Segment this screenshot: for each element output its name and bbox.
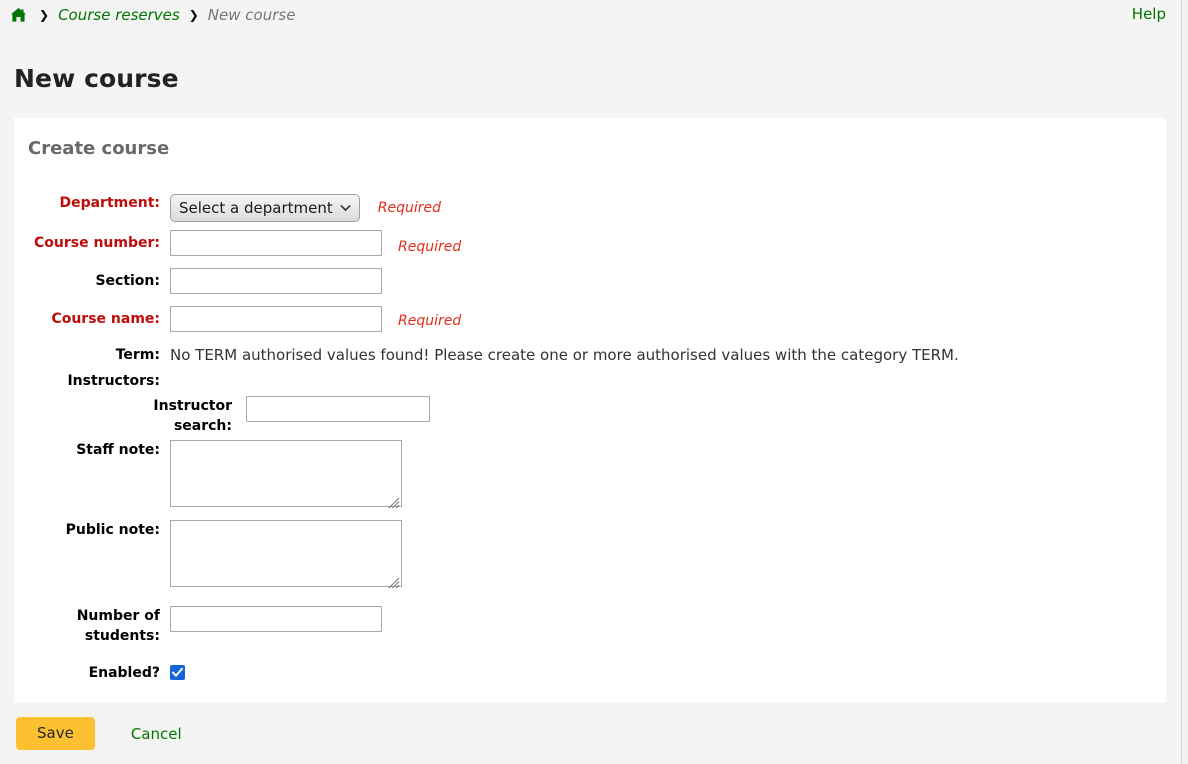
page-scrollbar[interactable] — [1181, 0, 1188, 764]
required-note-course-name: Required — [398, 308, 461, 334]
field-row-number-of-students: Number of students: — [14, 606, 382, 646]
label-enabled: Enabled? — [14, 663, 170, 683]
chevron-down-icon — [340, 205, 351, 212]
field-row-course-name: Course name: Required — [14, 306, 461, 334]
breadcrumb: ❯ Course reserves ❯ New course — [0, 0, 1182, 30]
page-canvas: ❯ Course reserves ❯ New course Help New … — [0, 0, 1182, 764]
department-select-value: Select a department — [179, 199, 333, 217]
label-department: Department: — [14, 194, 170, 213]
number-of-students-input[interactable] — [170, 606, 382, 632]
save-button[interactable]: Save — [16, 717, 95, 750]
required-note-department: Required — [378, 194, 441, 222]
label-term: Term: — [14, 346, 170, 365]
page-title: New course — [14, 64, 179, 93]
breadcrumb-current-new-course: New course — [208, 6, 296, 24]
public-note-wrapper — [170, 520, 402, 591]
field-row-course-number: Course number: Required — [14, 230, 461, 260]
help-link[interactable]: Help — [1132, 5, 1166, 23]
label-section: Section: — [14, 268, 170, 294]
field-row-instructors: Instructors: — [14, 372, 170, 391]
staff-note-textarea[interactable] — [170, 440, 402, 507]
section-input[interactable] — [170, 268, 382, 294]
instructor-search-input[interactable] — [246, 396, 430, 422]
breadcrumb-separator-2: ❯ — [189, 9, 199, 21]
course-name-input[interactable] — [170, 306, 382, 332]
course-number-input[interactable] — [170, 230, 382, 256]
department-select[interactable]: Select a department — [170, 194, 360, 222]
label-instructor-search: Instructor search: — [106, 396, 246, 436]
field-row-section: Section: — [14, 268, 382, 294]
field-row-department: Department: Select a department Required — [14, 194, 441, 222]
label-course-number: Course number: — [14, 230, 170, 256]
breadcrumb-separator-1: ❯ — [39, 9, 49, 21]
field-row-public-note: Public note: — [14, 520, 402, 591]
field-row-staff-note: Staff note: — [14, 440, 402, 511]
label-number-of-students: Number of students: — [14, 606, 170, 646]
field-row-instructor-search: Instructor search: — [106, 396, 430, 436]
label-public-note: Public note: — [14, 520, 170, 540]
label-staff-note: Staff note: — [14, 440, 170, 460]
home-icon[interactable] — [10, 7, 27, 23]
enabled-checkbox[interactable] — [170, 665, 185, 680]
cancel-link[interactable]: Cancel — [131, 725, 182, 743]
form-actions: Save Cancel — [16, 717, 182, 750]
label-instructors: Instructors: — [14, 372, 170, 391]
check-icon — [172, 667, 183, 678]
required-note-course-number: Required — [398, 234, 461, 260]
form-legend: Create course — [28, 138, 169, 159]
public-note-textarea[interactable] — [170, 520, 402, 587]
create-course-card: Create course Department: Select a depar… — [14, 118, 1166, 703]
label-course-name: Course name: — [14, 306, 170, 332]
field-row-term: Term: No TERM authorised values found! P… — [14, 346, 959, 365]
term-message: No TERM authorised values found! Please … — [170, 346, 959, 365]
staff-note-wrapper — [170, 440, 402, 511]
field-row-enabled: Enabled? — [14, 663, 185, 683]
breadcrumb-link-course-reserves[interactable]: Course reserves — [58, 6, 180, 24]
